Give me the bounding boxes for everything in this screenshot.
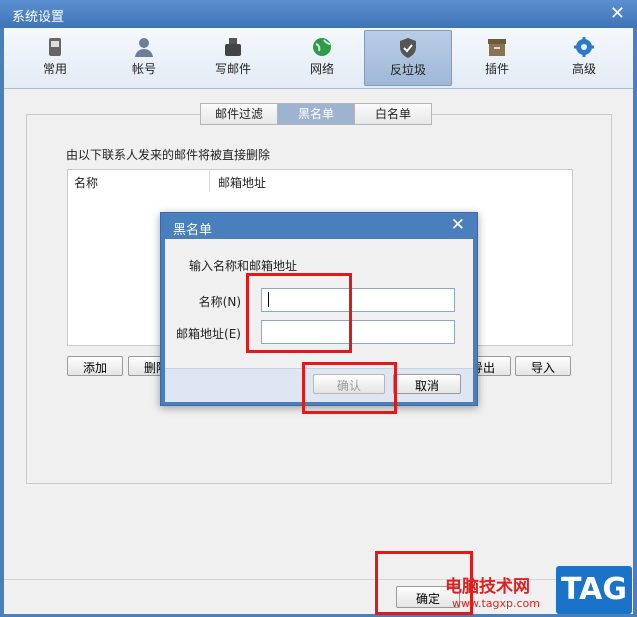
name-label: 名称(N) [198,295,241,309]
tab-label: 写邮件 [214,62,251,76]
blacklist-table-header: 名称 邮箱地址 [67,169,573,193]
email-label: 邮箱地址(E) [176,327,241,341]
column-email[interactable]: 邮箱地址 [218,174,266,191]
watermark-url: www.tagxp.com [452,597,540,610]
tab-label: 反垃圾 [389,63,426,77]
gear-icon [574,37,594,57]
highlight-box-confirm [302,362,397,414]
box-icon [488,39,506,56]
phone-icon [49,38,61,56]
shield-icon [400,38,416,58]
dialog-prompt: 输入名称和邮箱地址 [189,259,298,273]
tab-general[interactable]: 常用 [12,30,98,84]
dialog-title: 黑名单 [173,223,213,238]
dialog-close-icon[interactable]: ✕ [451,215,465,235]
subtab-blacklist[interactable]: 黑名单 [277,103,355,125]
column-divider [209,170,210,192]
watermark-site-name: 电脑技术网 [445,577,530,597]
blacklist-description: 由以下联系人发来的邮件将被直接删除 [66,148,271,162]
tab-advanced[interactable]: 高级 [541,30,627,84]
import-button[interactable]: 导入 [515,356,571,376]
tab-network[interactable]: 网络 [279,30,365,84]
subtab-whitelist[interactable]: 白名单 [354,103,432,125]
cancel-button[interactable]: 取消 [393,374,461,394]
column-name[interactable]: 名称 [74,174,98,191]
tab-compose[interactable]: 写邮件 [190,30,276,84]
window-title: 系统设置 [12,10,65,25]
title-bar: 系统设置 ✕ [0,0,637,28]
add-button[interactable]: 添加 [67,356,123,376]
globe-icon [313,38,331,56]
tab-account[interactable]: 帐号 [101,30,187,84]
tab-label: 帐号 [131,62,156,76]
watermark-tag-badge: TAG [556,566,632,614]
tab-label: 高级 [571,62,596,76]
tab-label: 常用 [42,62,67,76]
tab-antispam[interactable]: 反垃圾 [364,30,452,86]
tab-plugins[interactable]: 插件 [454,30,540,84]
inkwell-icon [225,38,241,56]
tab-label: 插件 [484,62,509,76]
close-icon[interactable]: ✕ [610,3,625,24]
user-icon [135,38,153,57]
highlight-box-inputs [246,273,352,353]
subtab-mail-filter[interactable]: 邮件过滤 [200,103,278,125]
settings-toolbar: 常用 帐号 写邮件 网络 反垃圾 插件 高级 [4,28,633,89]
tab-label: 网络 [309,62,334,76]
